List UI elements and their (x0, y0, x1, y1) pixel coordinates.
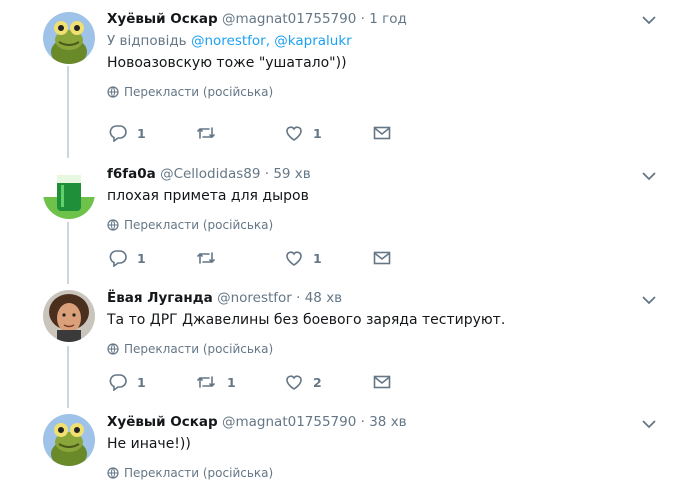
chevron-down-icon[interactable] (641, 416, 657, 432)
separator-dot: · (296, 290, 301, 306)
separator-dot: · (360, 414, 365, 430)
globe-icon (107, 467, 119, 479)
direct-message-button[interactable] (373, 249, 391, 267)
translate-link[interactable]: Перекласти (російська) (107, 85, 679, 99)
direct-message-button[interactable] (373, 373, 391, 391)
timestamp[interactable]: 59 хв (273, 166, 310, 182)
tweet-3[interactable]: Ёвая Луганда @norestfor · 48 хв Та то ДР… (0, 284, 699, 408)
avatar[interactable] (43, 414, 95, 466)
reply-count: 1 (137, 374, 146, 390)
retweet-icon (195, 124, 217, 142)
heart-icon (285, 249, 303, 267)
chevron-down-icon[interactable] (641, 292, 657, 308)
translate-label[interactable]: Перекласти (російська) (124, 218, 273, 232)
avatar[interactable] (43, 167, 95, 219)
reply-icon (109, 249, 127, 267)
author-handle[interactable]: @Cellodidas89 (160, 166, 260, 182)
translate-link[interactable]: Перекласти (російська) (107, 466, 679, 480)
author-handle[interactable]: @norestfor (217, 290, 292, 306)
like-count: 1 (313, 250, 322, 266)
translate-link[interactable]: Перекласти (російська) (107, 218, 679, 232)
retweet-button[interactable]: 1 (195, 373, 236, 391)
envelope-icon (373, 373, 391, 391)
reply-button[interactable]: 1 (109, 249, 146, 267)
author-name[interactable]: Ёвая Луганда (107, 290, 213, 306)
globe-icon (107, 343, 119, 355)
author-name[interactable]: f6fa0a (107, 166, 156, 182)
globe-icon (107, 86, 119, 98)
chevron-down-icon[interactable] (641, 12, 657, 28)
globe-icon (107, 219, 119, 231)
like-count: 2 (313, 374, 322, 390)
timestamp[interactable]: 48 хв (305, 290, 342, 306)
replying-mentions[interactable]: @norestfor, @kapralukr (191, 33, 352, 49)
like-button[interactable]: 1 (285, 249, 322, 267)
translate-label[interactable]: Перекласти (російська) (124, 342, 273, 356)
like-button[interactable]: 2 (285, 373, 322, 391)
replying-to: У відповідь @norestfor, @kapralukr (107, 32, 679, 50)
retweet-count: 1 (227, 374, 236, 390)
reply-icon (109, 124, 127, 142)
retweet-icon (195, 249, 217, 267)
author-name[interactable]: Хуёвый Оскар (107, 414, 218, 430)
reply-button[interactable]: 1 (109, 124, 146, 142)
tweet-2[interactable]: f6fa0a @Cellodidas89 · 59 хв плохая прим… (0, 160, 699, 284)
direct-message-button[interactable] (373, 124, 391, 142)
tweet-1[interactable]: Хуёвый Оскар @magnat01755790 · 1 год У в… (0, 0, 699, 160)
translate-link[interactable]: Перекласти (російська) (107, 342, 679, 356)
timestamp[interactable]: 38 хв (369, 414, 406, 430)
like-count: 1 (313, 125, 322, 141)
reply-count: 1 (137, 250, 146, 266)
author-handle[interactable]: @magnat01755790 (222, 11, 356, 27)
tweet-text: Не иначе!)) (107, 436, 191, 452)
tweet-text: Та то ДРГ Джавелины без боевого заряда т… (107, 312, 506, 328)
heart-icon (285, 124, 303, 142)
chevron-down-icon[interactable] (641, 168, 657, 184)
envelope-icon (373, 249, 391, 267)
tweet-text: Новоазовскую тоже "ушатало")) (107, 55, 347, 71)
separator-dot: · (360, 11, 365, 27)
tweet-4[interactable]: Хуёвый Оскар @magnat01755790 · 38 хв Не … (0, 408, 699, 486)
avatar[interactable] (43, 12, 95, 64)
author-handle[interactable]: @magnat01755790 (222, 414, 356, 430)
timestamp[interactable]: 1 год (369, 11, 407, 27)
retweet-button[interactable] (195, 249, 227, 267)
like-button[interactable]: 1 (285, 124, 322, 142)
avatar[interactable] (43, 290, 95, 342)
reply-icon (109, 373, 127, 391)
envelope-icon (373, 124, 391, 142)
replying-label: У відповідь (107, 33, 187, 49)
retweet-icon (195, 373, 217, 391)
heart-icon (285, 373, 303, 391)
author-name[interactable]: Хуёвый Оскар (107, 11, 218, 27)
tweet-text: плохая примета для дыров (107, 188, 309, 204)
reply-count: 1 (137, 125, 146, 141)
reply-button[interactable]: 1 (109, 373, 146, 391)
translate-label[interactable]: Перекласти (російська) (124, 85, 273, 99)
retweet-button[interactable] (195, 124, 227, 142)
separator-dot: · (264, 166, 270, 182)
translate-label[interactable]: Перекласти (російська) (124, 466, 273, 480)
